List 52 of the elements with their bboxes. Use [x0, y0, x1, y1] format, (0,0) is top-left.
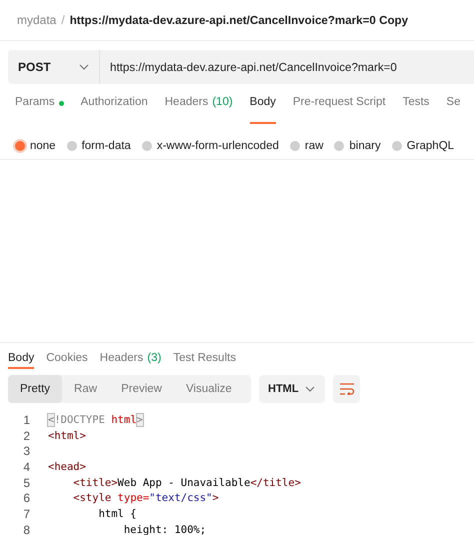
- request-tab[interactable]: Pre-request Script: [292, 96, 386, 124]
- code-line: <!DOCTYPE html>: [48, 414, 143, 426]
- radio-button[interactable]: [392, 140, 402, 150]
- response-tab[interactable]: Headers (3): [100, 349, 162, 369]
- line-number: 4: [22, 460, 30, 474]
- line-number: 6: [22, 491, 30, 506]
- request-tab[interactable]: Se: [446, 96, 460, 124]
- request-tab[interactable]: Tests: [402, 96, 430, 124]
- radio-label: binary: [349, 140, 381, 152]
- radio-button[interactable]: [15, 140, 25, 150]
- request-tab[interactable]: Body: [250, 96, 276, 124]
- chevron-down-icon: [79, 64, 89, 70]
- radio-button[interactable]: [66, 140, 77, 150]
- radio-button[interactable]: [142, 140, 152, 150]
- code-line: height: 100%;: [122, 524, 206, 535]
- method-dropdown[interactable]: POST: [8, 50, 100, 84]
- response-tab[interactable]: Test Results: [173, 349, 236, 369]
- url-field[interactable]: https://mydata-dev.azure-api.net/CancelInvoice?mark=0: [100, 60, 397, 74]
- radio-button[interactable]: [290, 140, 300, 150]
- collection-name[interactable]: mydata: [17, 13, 56, 27]
- code-line: <html>: [48, 430, 86, 442]
- view-mode-tab[interactable]: Pretty: [8, 375, 62, 403]
- request-tab[interactable]: Authorization: [80, 96, 148, 124]
- radio-label: GraphQL: [406, 140, 454, 152]
- response-tab[interactable]: Body: [8, 349, 34, 369]
- code-line: <head>: [48, 460, 86, 473]
- code-line: <title>Web App - Unavailable</title>: [72, 476, 301, 489]
- radio-button[interactable]: [334, 140, 344, 150]
- radio-label: x-www-form-urlencoded: [156, 140, 279, 152]
- code-line: <style type="text/css">: [72, 492, 219, 504]
- view-mode-tab[interactable]: Visualize: [174, 375, 244, 403]
- line-number: 2: [22, 428, 30, 443]
- line-number: 3: [22, 444, 30, 458]
- wrap-lines-button[interactable]: [333, 375, 360, 403]
- line-number: 7: [22, 506, 30, 521]
- radio-label: raw: [304, 140, 324, 152]
- wrap-icon: [338, 383, 354, 395]
- chevron-down-icon: [305, 386, 315, 392]
- request-tab[interactable]: Headers (10): [164, 96, 233, 124]
- breadcrumb-separator: /: [61, 13, 65, 27]
- request-tab[interactable]: Params: [15, 96, 64, 124]
- line-number: 8: [22, 522, 30, 535]
- view-mode-tab[interactable]: Raw: [62, 375, 110, 403]
- line-number: 5: [22, 476, 30, 490]
- view-mode-tab[interactable]: Preview: [109, 375, 174, 403]
- code-line: html {: [98, 508, 137, 520]
- format-dropdown[interactable]: HTML: [259, 375, 325, 403]
- line-number: 1: [22, 412, 30, 427]
- radio-label: form-data: [82, 140, 131, 152]
- response-tab[interactable]: Cookies: [46, 349, 88, 369]
- request-name[interactable]: https://mydata-dev.azure-api.net/CancelInvoice?mark=0 Copy: [70, 14, 408, 26]
- radio-label: none: [30, 140, 56, 152]
